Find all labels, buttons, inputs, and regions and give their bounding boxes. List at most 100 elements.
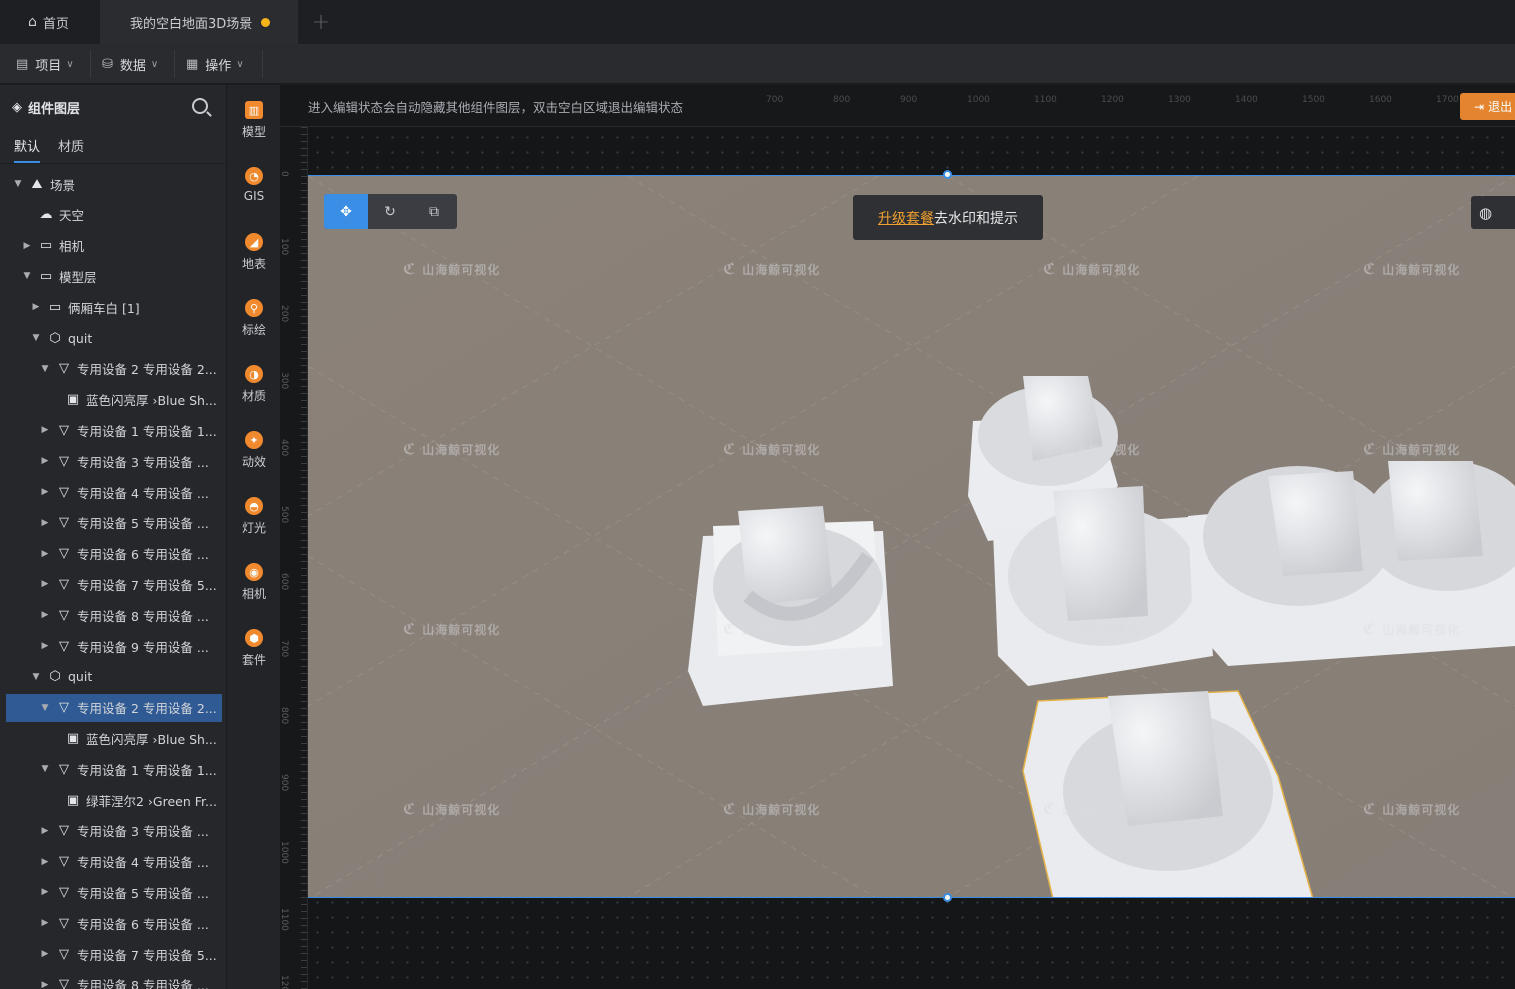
tree-item[interactable]: ▶ ▽ 专用设备 6 专用设备 ...: [6, 909, 222, 937]
editor-canvas[interactable]: 进入编辑状态会自动隐藏其他组件图层，双击空白区域退出编辑状态 700 800 900…: [280, 85, 1515, 989]
caret-down-icon[interactable]: ▼: [30, 672, 42, 682]
caret-right-icon[interactable]: ▶: [39, 857, 51, 867]
caret-down-icon[interactable]: ▼: [39, 703, 51, 713]
tree-item[interactable]: ▶ ▽ 专用设备 8 专用设备 ...: [6, 601, 222, 629]
tree-item-label: 场景: [50, 177, 76, 193]
caret-down-icon[interactable]: ▼: [30, 333, 42, 343]
tool-camera[interactable]: ◉ 相机: [227, 563, 281, 623]
tree-item[interactable]: ▶ ▽ 专用设备 7 专用设备 5...: [6, 940, 222, 968]
mesh-icon: ▽: [59, 823, 69, 839]
tool-label: 灯光: [241, 521, 266, 535]
resize-handle-bottom[interactable]: [943, 893, 952, 902]
tree-item-label: 专用设备 4 专用设备 ...: [77, 855, 209, 871]
caret-down-icon[interactable]: ▼: [12, 179, 24, 189]
caret-right-icon[interactable]: ▶: [39, 826, 51, 836]
tree-item[interactable]: ▣ 蓝色闪亮厚 ›Blue Sh...: [6, 386, 222, 414]
caret-right-icon[interactable]: ▶: [39, 610, 51, 620]
tree-item[interactable]: ▣ 绿菲涅尔2 ›Green Fr...: [6, 786, 222, 814]
tree-item[interactable]: ▶ ▽ 专用设备 5 专用设备 ...: [6, 878, 222, 906]
tree-item-label: 专用设备 5 专用设备 ...: [77, 516, 209, 532]
menu-project[interactable]: ▤ 项目 ∨: [16, 44, 74, 84]
tree-item[interactable]: ▶ ▽ 专用设备 4 专用设备 ...: [6, 848, 222, 876]
component-toolbar: ▥ 模型 ◔ GIS ◢ 地表 ⚲ 标绘 ◑ 材质 ✦ 动效 ◓ 灯光 ◉ 相机 ⬢ 套件: [226, 85, 280, 989]
caret-down-icon[interactable]: ▼: [21, 271, 33, 281]
caret-right-icon[interactable]: ▶: [39, 949, 51, 959]
resize-handle-top[interactable]: [943, 170, 952, 179]
tree-item[interactable]: ▶ ▽ 专用设备 1 专用设备 1...: [6, 416, 222, 444]
upgrade-link[interactable]: 升级套餐: [878, 208, 934, 228]
menu-operate-label: 操作: [205, 58, 232, 74]
tool-gis[interactable]: ◔ GIS: [227, 167, 281, 227]
tab-material[interactable]: 材质: [58, 136, 84, 163]
tree-item[interactable]: ▶ ▽ 专用设备 4 专用设备 ...: [6, 478, 222, 506]
transform-gizmo: ✥ ↻ ⧉: [324, 194, 457, 229]
tree-item[interactable]: ▶ ▽ 专用设备 7 专用设备 5...: [6, 570, 222, 598]
tool-material[interactable]: ◑ 材质: [227, 365, 281, 425]
caret-right-icon[interactable]: ▶: [39, 456, 51, 466]
menu-operate[interactable]: ▦ 操作 ∨: [186, 44, 244, 84]
add-tab-button[interactable]: +: [308, 0, 334, 44]
ruler-tick-label: 500: [280, 506, 289, 524]
caret-down-icon[interactable]: ▼: [39, 364, 51, 374]
caret-right-icon[interactable]: ▶: [39, 918, 51, 928]
tree-item[interactable]: ☁ 天空: [6, 201, 222, 229]
tool-light[interactable]: ◓ 灯光: [227, 497, 281, 557]
ruler-tick-label: 1400: [1235, 95, 1258, 105]
ruler-tick-label: 900: [280, 774, 289, 792]
tool-marker[interactable]: ⚲ 标绘: [227, 299, 281, 359]
tree-item[interactable]: ▼ ▭ 模型层: [6, 262, 222, 290]
tool-terrain[interactable]: ◢ 地表: [227, 233, 281, 293]
watermark: ℭ 山海鲸可视化: [723, 260, 821, 278]
database-icon: ⛁: [102, 56, 113, 72]
exit-edit-button[interactable]: ⇥ 退出: [1460, 93, 1515, 120]
tool-kit[interactable]: ⬢ 套件: [227, 629, 281, 689]
watermark: ℭ 山海鲸可视化: [1043, 800, 1141, 818]
caret-right-icon[interactable]: ▶: [39, 425, 51, 435]
tab-home[interactable]: ⌂ 首页: [0, 0, 100, 44]
tree-item[interactable]: ▣ 蓝色闪亮厚 ›Blue Sh...: [6, 724, 222, 752]
tree-item[interactable]: ▼ ▽ 专用设备 1 专用设备 1...: [6, 755, 222, 783]
menu-data[interactable]: ⛁ 数据 ∨: [102, 44, 158, 84]
caret-right-icon[interactable]: ▶: [39, 887, 51, 897]
move-tool-button[interactable]: ✥: [324, 194, 368, 229]
layer-panel: ◈ 组件图层 默认 材质 ▼ ⛰ 场景 ☁ 天空 ▶ ▭ 相机 ▼ ▭ 模型层 ▶ ▭ 俩厢车白 [1] ▼…: [0, 85, 226, 989]
scale-tool-button[interactable]: ⧉: [412, 194, 456, 229]
tool-model[interactable]: ▥ 模型: [227, 101, 281, 161]
caret-down-icon[interactable]: ▼: [39, 764, 51, 774]
tab-default[interactable]: 默认: [14, 136, 41, 163]
tree-item[interactable]: ▶ ▽ 专用设备 3 专用设备 ...: [6, 447, 222, 475]
tree-item[interactable]: ▼ ⬡ quit: [6, 324, 222, 352]
tree-item[interactable]: ▶ ▭ 相机: [6, 232, 222, 260]
search-icon[interactable]: [192, 98, 208, 114]
caret-right-icon[interactable]: ▶: [39, 518, 51, 528]
watermark: ℭ 山海鲸可视化: [723, 800, 821, 818]
ruler-tick-label: 1200: [1101, 95, 1124, 105]
caret-right-icon[interactable]: ▶: [30, 302, 42, 312]
tab-scene[interactable]: 我的空白地面3D场景: [100, 0, 298, 44]
tool-label: 标绘: [241, 323, 266, 337]
device-model[interactable]: [688, 506, 893, 706]
caret-right-icon[interactable]: ▶: [39, 980, 51, 989]
tree-item[interactable]: ▼ ⬡ quit: [6, 663, 222, 691]
tool-effect[interactable]: ✦ 动效: [227, 431, 281, 491]
rotate-tool-button[interactable]: ↻: [368, 194, 412, 229]
caret-right-icon[interactable]: ▶: [39, 549, 51, 559]
tree-item[interactable]: ▶ ▽ 专用设备 6 专用设备 ...: [6, 540, 222, 568]
tree-item[interactable]: ▼ ▽ 专用设备 2 专用设备 2...: [6, 693, 222, 722]
grid-icon: ▦: [186, 56, 199, 72]
3d-viewport[interactable]: ℭ 山海鲸可视化 ℭ 山海鲸可视化 ℭ 山海鲸可视化 ℭ 山海鲸可视化 ℭ 山海鲸可视化 …: [308, 175, 1515, 898]
tree-item[interactable]: ▶ ▽ 专用设备 5 专用设备 ...: [6, 509, 222, 537]
caret-right-icon[interactable]: ▶: [39, 487, 51, 497]
view-toggle-button[interactable]: ◍: [1471, 196, 1515, 229]
caret-right-icon[interactable]: ▶: [39, 641, 51, 651]
tree-item[interactable]: ▶ ▭ 俩厢车白 [1]: [6, 293, 222, 321]
tree-item[interactable]: ▶ ▽ 专用设备 8 专用设备 ...: [6, 971, 222, 989]
tree-item[interactable]: ▼ ⛰ 场景: [6, 170, 222, 198]
tree-item[interactable]: ▶ ▽ 专用设备 3 专用设备 ...: [6, 817, 222, 845]
caret-right-icon[interactable]: ▶: [39, 579, 51, 589]
tree-item[interactable]: ▼ ▽ 专用设备 2 专用设备 2...: [6, 355, 222, 383]
mesh-icon: ▽: [59, 361, 69, 377]
caret-right-icon[interactable]: ▶: [21, 241, 33, 251]
device-model[interactable]: [1188, 461, 1515, 666]
tree-item[interactable]: ▶ ▽ 专用设备 9 专用设备 ...: [6, 632, 222, 660]
